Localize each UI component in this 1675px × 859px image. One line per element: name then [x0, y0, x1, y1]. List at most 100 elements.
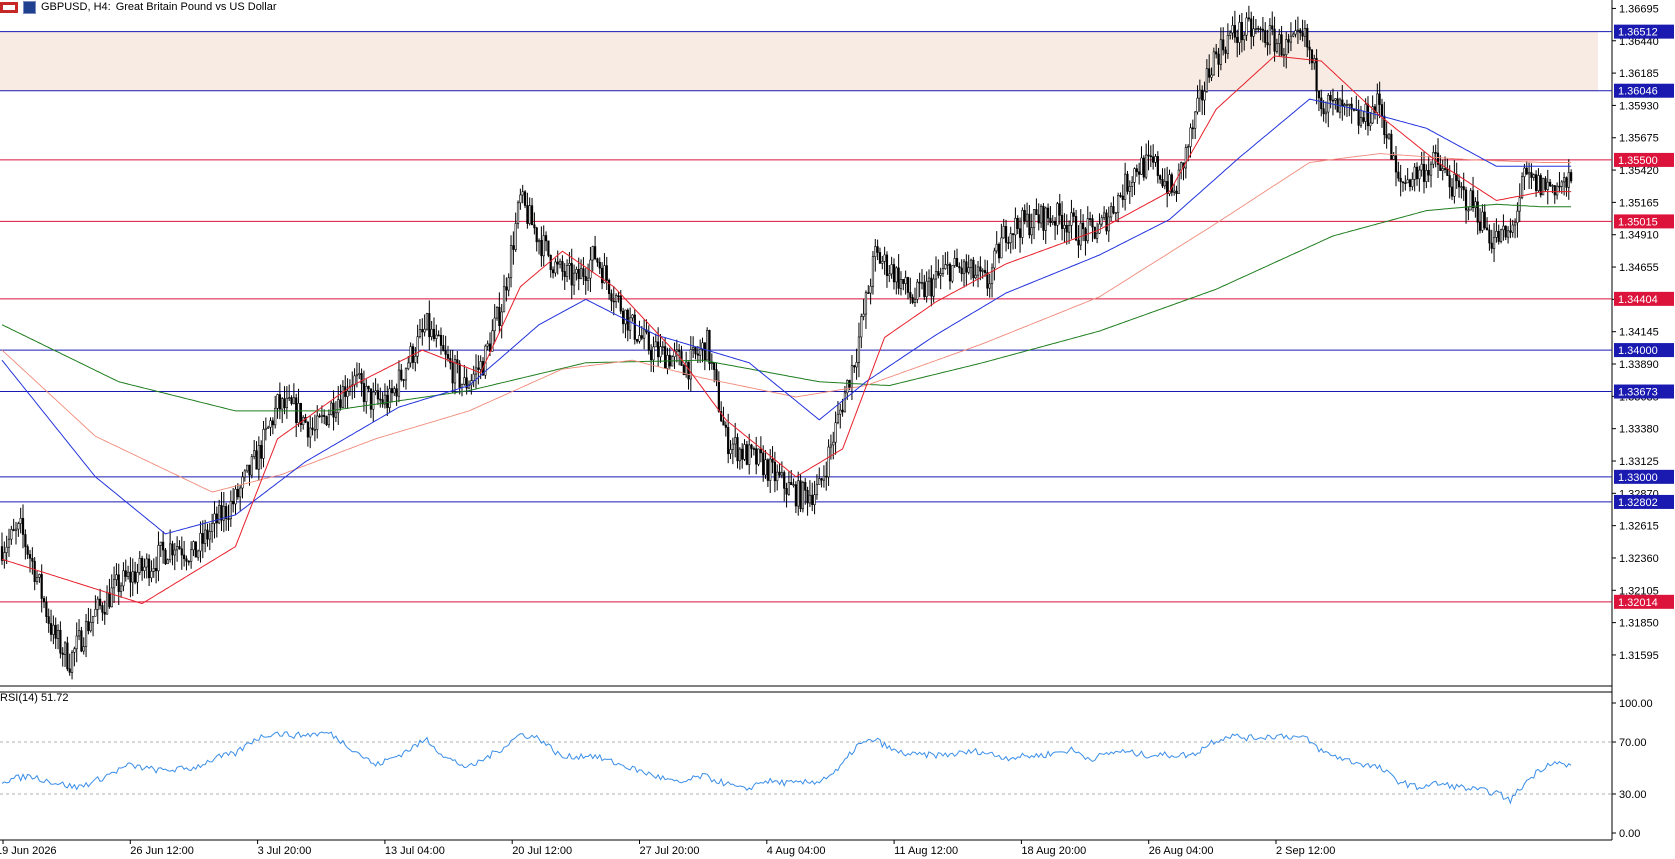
candle-body [1404, 182, 1407, 184]
candle-body [514, 223, 517, 250]
candle-body [372, 391, 375, 410]
candle-body [1425, 170, 1428, 182]
candle-body [696, 353, 699, 356]
candle-body [122, 570, 125, 587]
candle-body [162, 541, 165, 551]
candle-body [318, 415, 321, 418]
candle-body [218, 504, 221, 524]
candle-body [1301, 32, 1304, 37]
candle-body [52, 624, 55, 635]
price-tick-label: 1.31850 [1619, 618, 1659, 630]
candle-body [1217, 53, 1220, 65]
candle-body [311, 427, 314, 430]
price-tick-label: 1.35930 [1619, 100, 1659, 112]
candle-body [1261, 28, 1264, 31]
candle-body [400, 369, 403, 380]
candle-body [605, 265, 608, 281]
candle-body [213, 513, 216, 524]
candle-body [895, 267, 898, 283]
candle-body [1215, 51, 1218, 55]
candle-body [416, 336, 419, 357]
candle-body [1502, 225, 1505, 231]
candle-body [94, 608, 97, 617]
candle-body [339, 399, 342, 408]
price-tick-label: 1.33890 [1619, 359, 1659, 371]
candle-body [63, 642, 67, 655]
candle-body [570, 263, 573, 286]
candle-body [1506, 230, 1510, 238]
candle-body [736, 437, 739, 462]
candle-body [269, 420, 272, 428]
candle-body [1161, 179, 1164, 187]
candle-body [253, 450, 256, 457]
candle-body [881, 261, 884, 264]
candle-body [591, 246, 594, 261]
candle-body [1275, 43, 1279, 52]
candle-body [962, 261, 966, 275]
candle-body [150, 571, 153, 579]
candle-body [66, 642, 69, 670]
candle-body [47, 616, 50, 624]
candle-body [1345, 104, 1349, 106]
candle-body [729, 449, 732, 455]
candle-body [643, 329, 646, 339]
candle-body [1413, 166, 1416, 180]
level-price-badge-label: 1.34404 [1618, 294, 1658, 306]
candle-body [1378, 93, 1381, 105]
candle-body [204, 529, 207, 544]
candle-body [169, 543, 172, 561]
rsi-tick-label: 30.00 [1619, 789, 1647, 801]
candle-body [1422, 163, 1426, 182]
candle-body [722, 420, 725, 426]
candle-body [1490, 242, 1493, 249]
candle-body [246, 464, 249, 472]
candle-body [997, 243, 1001, 259]
candle-body [1119, 195, 1122, 197]
candle-body [1359, 117, 1363, 126]
candle-body [1520, 176, 1524, 199]
candle-body [185, 558, 188, 562]
candle-body [544, 235, 548, 242]
candle-body [360, 373, 363, 384]
candle-body [180, 548, 183, 556]
candle-body [1219, 39, 1222, 65]
candle-body [1254, 28, 1257, 30]
candle-body [1397, 171, 1400, 179]
candle-body [1331, 99, 1335, 102]
candle-body [362, 383, 366, 402]
candle-body [105, 592, 109, 615]
candle-body [423, 328, 426, 333]
candle-body [843, 392, 847, 413]
candle-body [659, 346, 662, 358]
candle-body [993, 250, 996, 269]
candle-body [558, 261, 562, 265]
candle-body [1341, 99, 1344, 107]
candle-body [769, 458, 772, 481]
level-price-badge-label: 1.36046 [1618, 86, 1658, 98]
candle-body [666, 354, 669, 369]
candle-body [49, 623, 53, 635]
candle-body [1406, 179, 1409, 184]
candle-body [572, 272, 576, 286]
candle-body [832, 441, 835, 446]
candle-body [960, 267, 963, 275]
candle-body [1495, 230, 1498, 238]
candle-body [937, 271, 940, 276]
candle-body [77, 630, 81, 637]
candle-body [619, 295, 622, 312]
candle-body [1544, 178, 1547, 190]
candle-body [1187, 146, 1190, 148]
candle-body [1334, 98, 1337, 101]
price-chart[interactable]: 1.366951.364401.361851.359301.356751.354… [0, 0, 1675, 859]
candle-body [1110, 206, 1113, 218]
candle-body [748, 444, 751, 465]
candle-body [136, 572, 139, 583]
candle-body [1292, 33, 1295, 37]
candle-body [804, 482, 807, 491]
candle-body [1567, 172, 1570, 188]
candle-body [402, 379, 405, 381]
candle-body [787, 482, 790, 495]
price-tick-label: 1.35675 [1619, 133, 1659, 145]
candle-body [752, 448, 755, 450]
candle-body [45, 601, 48, 617]
